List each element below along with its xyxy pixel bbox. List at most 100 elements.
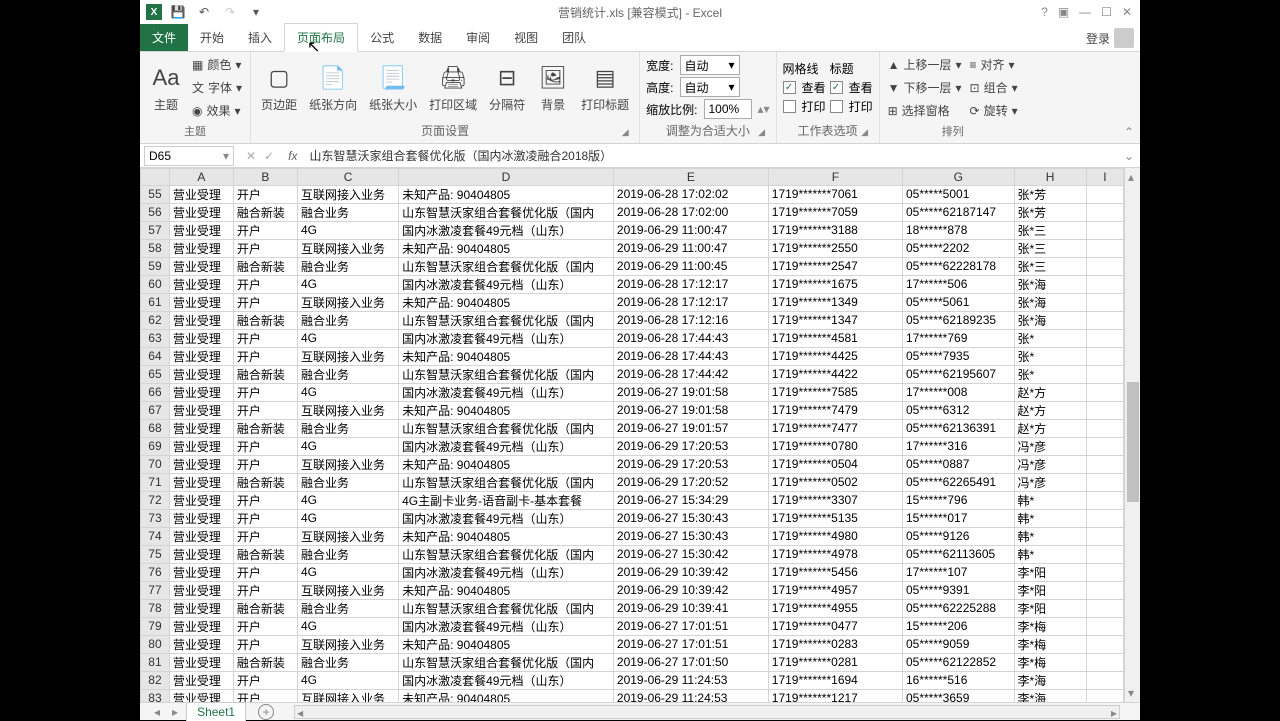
cell[interactable]: 1719*******1349 xyxy=(768,293,902,311)
cell[interactable]: 未知产品: 90404805 xyxy=(399,401,614,419)
cell[interactable]: 李*阳 xyxy=(1014,599,1086,617)
cell[interactable]: 营业受理 xyxy=(169,203,233,221)
cell[interactable]: 1719*******4957 xyxy=(768,581,902,599)
cell[interactable] xyxy=(1086,671,1123,689)
cell[interactable]: 营业受理 xyxy=(169,293,233,311)
cell[interactable]: 1719*******5456 xyxy=(768,563,902,581)
cell[interactable]: 开户 xyxy=(233,275,297,293)
enter-icon[interactable]: ✓ xyxy=(264,149,274,163)
cell[interactable]: 营业受理 xyxy=(169,653,233,671)
row-header[interactable]: 83 xyxy=(141,689,170,702)
col-header-E[interactable]: E xyxy=(613,169,768,186)
cell[interactable]: 张*芳 xyxy=(1014,203,1086,221)
cell[interactable]: 开户 xyxy=(233,581,297,599)
cell[interactable]: 融合业务 xyxy=(297,257,398,275)
col-header-B[interactable]: B xyxy=(233,169,297,186)
cell[interactable]: 2019-06-28 17:12:16 xyxy=(613,311,768,329)
cell[interactable]: 05*****62189235 xyxy=(902,311,1014,329)
cell[interactable]: 2019-06-27 17:01:51 xyxy=(613,635,768,653)
cell[interactable]: 2019-06-27 19:01:57 xyxy=(613,419,768,437)
cell[interactable]: 1719*******4581 xyxy=(768,329,902,347)
cell[interactable]: 2019-06-29 10:39:41 xyxy=(613,599,768,617)
cell[interactable]: 开户 xyxy=(233,491,297,509)
cell[interactable]: 营业受理 xyxy=(169,185,233,203)
cell[interactable]: 张* xyxy=(1014,347,1086,365)
cell[interactable]: 张* xyxy=(1014,365,1086,383)
sheet-tab[interactable]: Sheet1 xyxy=(186,702,246,721)
cell[interactable]: 李*梅 xyxy=(1014,635,1086,653)
cell[interactable]: 2019-06-27 15:30:43 xyxy=(613,527,768,545)
tab-insert[interactable]: 插入 xyxy=(236,24,284,51)
qat-customize-icon[interactable]: ▾ xyxy=(246,2,266,22)
cell[interactable]: 17******008 xyxy=(902,383,1014,401)
cell[interactable]: 15******017 xyxy=(902,509,1014,527)
cell[interactable]: 开户 xyxy=(233,347,297,365)
save-icon[interactable]: 💾 xyxy=(168,2,188,22)
row-header[interactable]: 68 xyxy=(141,419,170,437)
cell[interactable] xyxy=(1086,437,1123,455)
cell[interactable]: 4G xyxy=(297,509,398,527)
tab-team[interactable]: 团队 xyxy=(550,24,598,51)
row-header[interactable]: 75 xyxy=(141,545,170,563)
cell[interactable]: 国内冰激凌套餐49元档（山东） xyxy=(399,221,614,239)
cell[interactable]: 张*芳 xyxy=(1014,185,1086,203)
colors-button[interactable]: ▦颜色▾ xyxy=(190,54,244,75)
cell[interactable]: 18******878 xyxy=(902,221,1014,239)
horizontal-scrollbar[interactable]: ◂▸ xyxy=(294,705,1120,719)
cell[interactable]: 4G主副卡业务-语音副卡-基本套餐 xyxy=(399,491,614,509)
cell[interactable]: 1719*******2550 xyxy=(768,239,902,257)
height-select[interactable]: 自动▾ xyxy=(680,77,740,97)
cell[interactable]: 融合业务 xyxy=(297,365,398,383)
tab-home[interactable]: 开始 xyxy=(188,24,236,51)
cell[interactable]: 融合新装 xyxy=(233,365,297,383)
col-header-H[interactable]: H xyxy=(1014,169,1086,186)
cell[interactable]: 未知产品: 90404805 xyxy=(399,581,614,599)
scroll-down-icon[interactable]: ▾ xyxy=(1128,686,1134,700)
row-header[interactable]: 71 xyxy=(141,473,170,491)
cell[interactable]: 05*****62195607 xyxy=(902,365,1014,383)
redo-icon[interactable]: ↷ xyxy=(220,2,240,22)
cell[interactable]: 李*海 xyxy=(1014,671,1086,689)
cell[interactable]: 赵*方 xyxy=(1014,383,1086,401)
row-header[interactable]: 78 xyxy=(141,599,170,617)
theme-button[interactable]: Aa主题 xyxy=(146,60,186,115)
row-header[interactable]: 80 xyxy=(141,635,170,653)
row-header[interactable]: 59 xyxy=(141,257,170,275)
print-area-button[interactable]: 🖨打印区域 xyxy=(425,60,481,115)
cell[interactable]: 开户 xyxy=(233,527,297,545)
row-header[interactable]: 81 xyxy=(141,653,170,671)
cell[interactable]: 4G xyxy=(297,221,398,239)
margins-button[interactable]: ▢页边距 xyxy=(257,60,301,115)
cell[interactable]: 未知产品: 90404805 xyxy=(399,635,614,653)
collapse-ribbon-icon[interactable]: ⌃ xyxy=(1124,125,1134,139)
row-header[interactable]: 69 xyxy=(141,437,170,455)
cell[interactable]: 山东智慧沃家组合套餐优化版（国内 xyxy=(399,257,614,275)
cell[interactable]: 营业受理 xyxy=(169,257,233,275)
cell[interactable]: 1719*******1347 xyxy=(768,311,902,329)
cell[interactable]: 2019-06-29 17:20:53 xyxy=(613,437,768,455)
cell[interactable]: 营业受理 xyxy=(169,329,233,347)
cell[interactable]: 1719*******3188 xyxy=(768,221,902,239)
cell[interactable]: 开户 xyxy=(233,689,297,702)
cell[interactable]: 15******206 xyxy=(902,617,1014,635)
cell[interactable]: 未知产品: 90404805 xyxy=(399,185,614,203)
col-header-G[interactable]: G xyxy=(902,169,1014,186)
cell[interactable]: 营业受理 xyxy=(169,689,233,702)
cell[interactable]: 韩* xyxy=(1014,491,1086,509)
row-header[interactable]: 63 xyxy=(141,329,170,347)
cell[interactable]: 4G xyxy=(297,491,398,509)
cell[interactable]: 1719*******7479 xyxy=(768,401,902,419)
cell[interactable]: 1719*******4955 xyxy=(768,599,902,617)
cell[interactable]: 冯*彦 xyxy=(1014,473,1086,491)
cell[interactable]: 张* xyxy=(1014,329,1086,347)
cell[interactable]: 营业受理 xyxy=(169,347,233,365)
cell[interactable]: 05*****9059 xyxy=(902,635,1014,653)
cell[interactable]: 融合新装 xyxy=(233,545,297,563)
cell[interactable]: 1719*******0780 xyxy=(768,437,902,455)
cell[interactable]: 4G xyxy=(297,563,398,581)
cell[interactable]: 山东智慧沃家组合套餐优化版（国内 xyxy=(399,203,614,221)
col-header-A[interactable]: A xyxy=(169,169,233,186)
scale-input[interactable]: 100% xyxy=(704,99,752,119)
cell[interactable]: 2019-06-27 17:01:51 xyxy=(613,617,768,635)
cell[interactable]: 1719*******4425 xyxy=(768,347,902,365)
